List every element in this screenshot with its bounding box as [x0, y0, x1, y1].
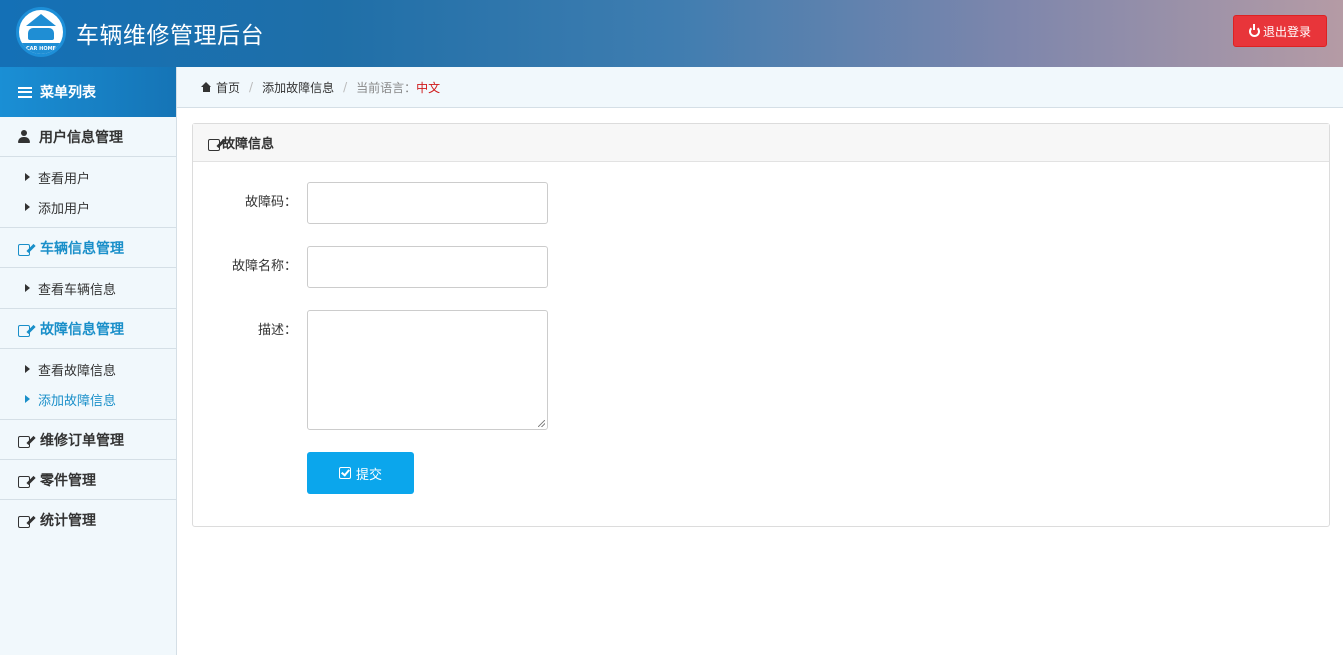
sidebar-sub-fault: 查看故障信息 添加故障信息: [0, 349, 176, 420]
description-label: 描述：: [257, 323, 297, 338]
submit-button[interactable]: 提交: [307, 452, 414, 494]
edit-icon: [18, 474, 31, 488]
panel-title: 故障信息: [193, 124, 1329, 162]
sidebar-item-view-faults[interactable]: 查看故障信息: [0, 354, 176, 384]
sidebar-group-repair-orders[interactable]: 维修订单管理: [0, 420, 176, 460]
sidebar: 菜单列表 用户信息管理 查看用户 添加用户 车辆信息管理 查看车辆信息 故障信息…: [0, 67, 177, 655]
fault-info-panel: 故障信息 故障码： 故障名称： 描述： 提交: [192, 123, 1330, 527]
caret-right-icon: [25, 203, 30, 211]
breadcrumb-separator: /: [249, 80, 254, 94]
sidebar-group-parts[interactable]: 零件管理: [0, 460, 176, 500]
top-header: CAR HOME 车辆维修管理后台 退出登录: [0, 0, 1343, 67]
breadcrumb-current-page[interactable]: 添加故障信息: [262, 79, 334, 96]
home-icon: [201, 82, 212, 92]
language-value: 中文: [416, 80, 441, 95]
caret-right-icon: [25, 173, 30, 181]
power-icon: [1248, 23, 1260, 37]
logout-label: 退出登录: [1262, 24, 1311, 39]
list-icon: [18, 86, 32, 98]
edit-icon: [18, 434, 31, 448]
language-label: 当前语言：: [356, 80, 417, 95]
sidebar-group-vehicle[interactable]: 车辆信息管理: [0, 228, 176, 268]
logout-button[interactable]: 退出登录: [1233, 15, 1327, 47]
sidebar-sub-vehicle: 查看车辆信息: [0, 268, 176, 309]
caret-right-icon: [25, 395, 30, 403]
edit-icon: [208, 137, 220, 151]
sidebar-group-user[interactable]: 用户信息管理: [0, 117, 176, 157]
resize-handle-icon[interactable]: [538, 420, 545, 427]
sidebar-item-add-user[interactable]: 添加用户: [0, 192, 176, 222]
breadcrumb-separator: /: [343, 80, 348, 94]
sidebar-heading: 菜单列表: [0, 67, 176, 117]
sidebar-item-view-vehicles[interactable]: 查看车辆信息: [0, 273, 176, 303]
breadcrumb: 首页 / 添加故障信息 / 当前语言： 中文: [177, 67, 1343, 108]
user-icon: [18, 130, 30, 143]
edit-icon: [18, 323, 31, 337]
app-title: 车辆维修管理后台: [76, 23, 264, 49]
check-square-icon: [338, 467, 351, 479]
fault-name-input[interactable]: [307, 246, 548, 288]
edit-icon: [18, 514, 31, 528]
fault-code-input[interactable]: [307, 182, 548, 224]
edit-icon: [18, 242, 31, 256]
sidebar-item-add-fault[interactable]: 添加故障信息: [0, 384, 176, 414]
caret-right-icon: [25, 284, 30, 292]
fault-name-label: 故障名称：: [231, 259, 297, 274]
caret-right-icon: [25, 365, 30, 373]
sidebar-item-view-users[interactable]: 查看用户: [0, 162, 176, 192]
sidebar-group-fault[interactable]: 故障信息管理: [0, 309, 176, 349]
car-home-logo: CAR HOME: [16, 7, 66, 57]
sidebar-sub-user: 查看用户 添加用户: [0, 157, 176, 228]
fault-code-label: 故障码：: [244, 195, 297, 210]
breadcrumb-home[interactable]: 首页: [216, 79, 240, 96]
description-textarea[interactable]: [307, 310, 548, 430]
sidebar-group-statistics[interactable]: 统计管理: [0, 500, 176, 540]
